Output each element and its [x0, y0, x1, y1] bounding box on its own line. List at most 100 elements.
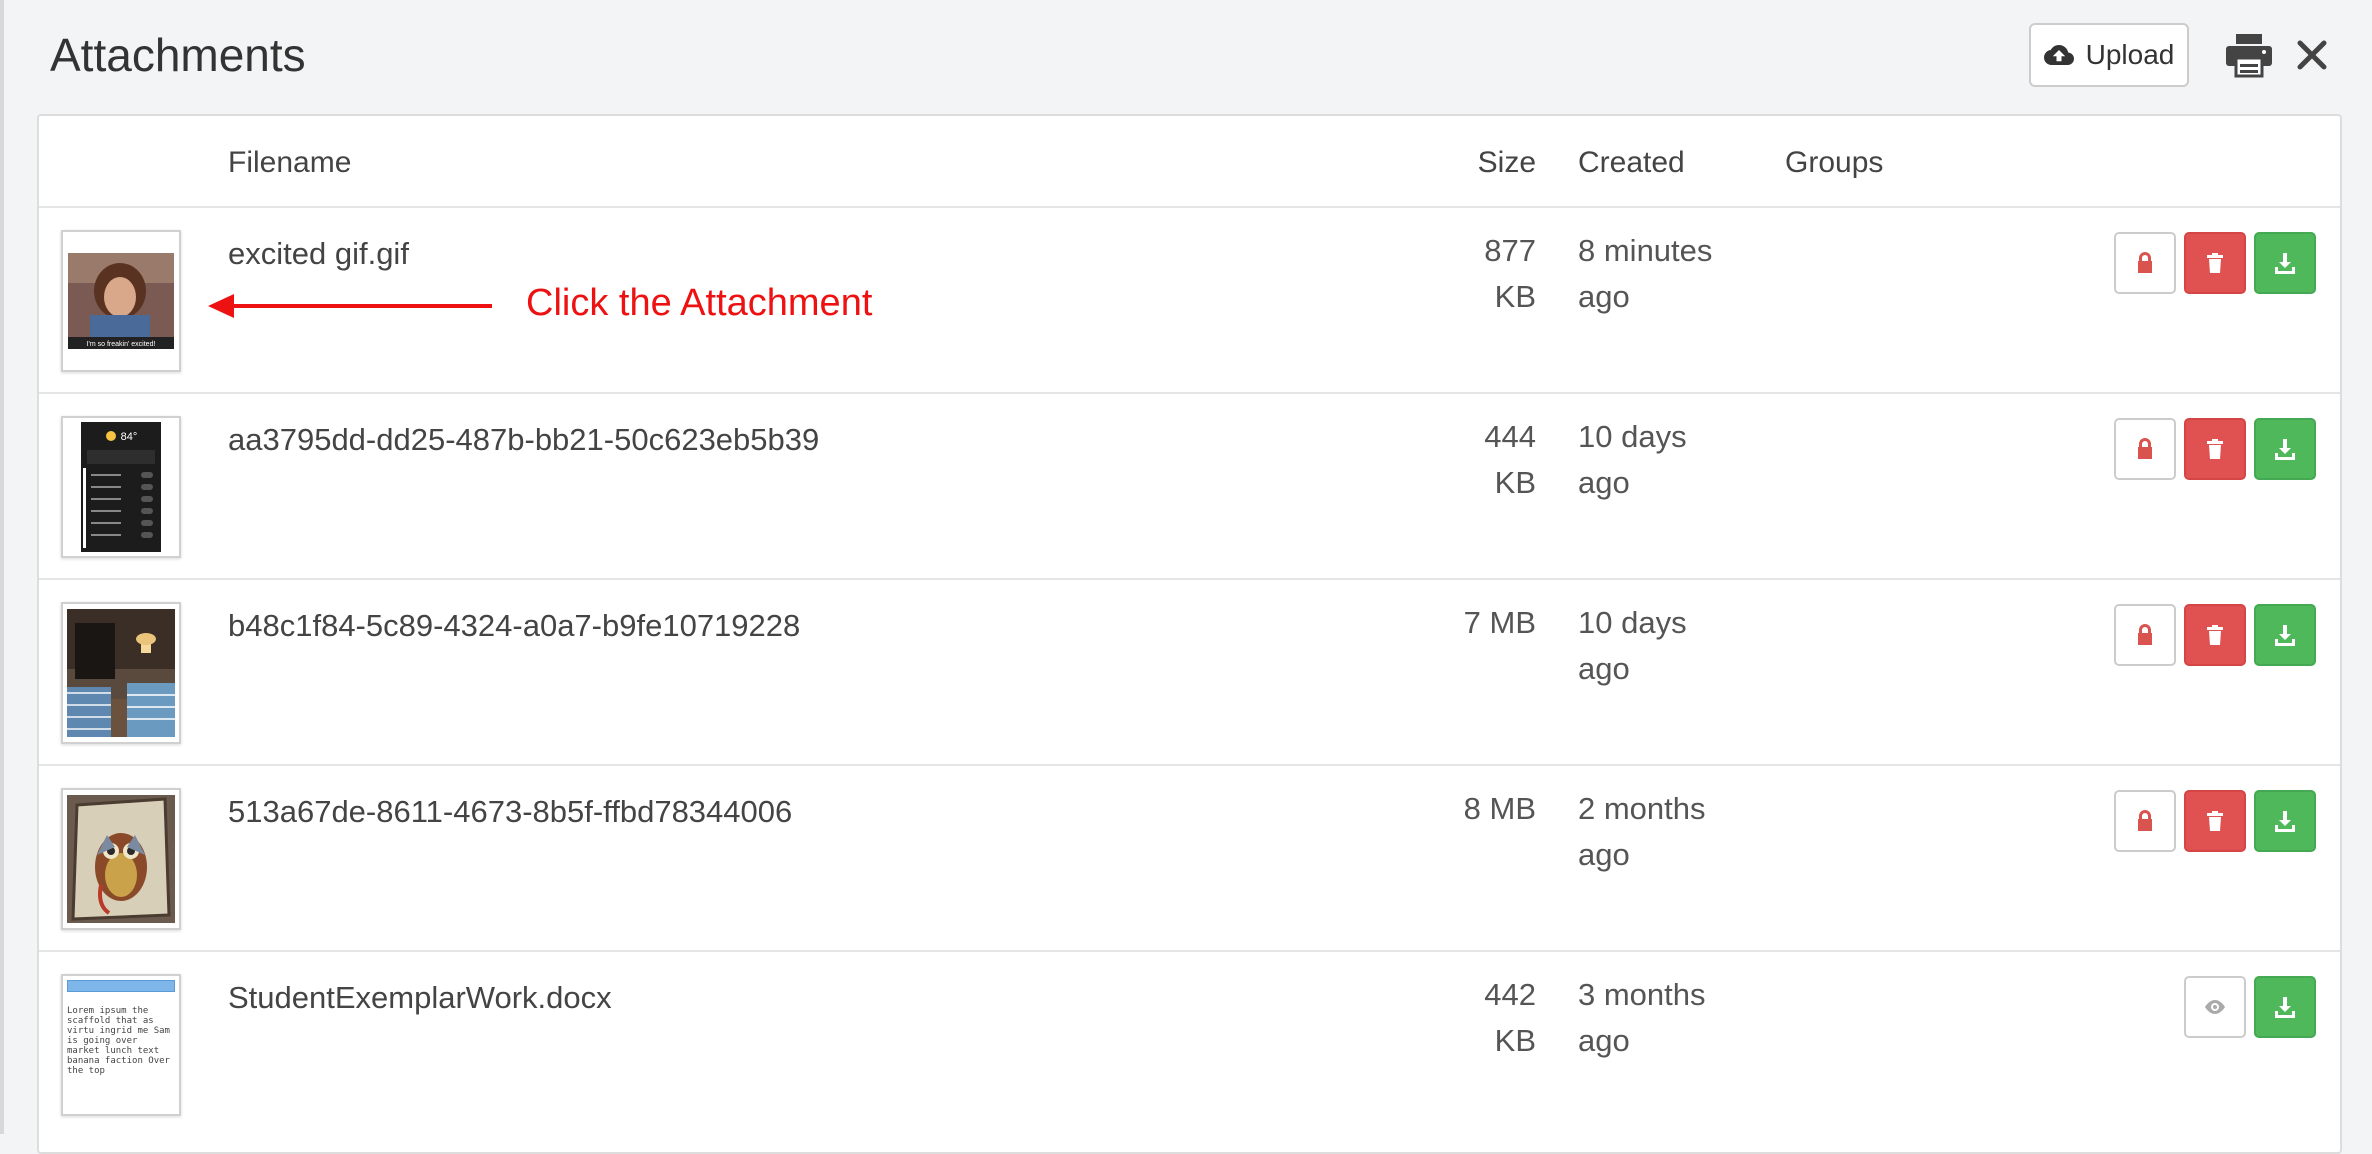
- row-actions: [2114, 604, 2316, 666]
- attachment-size: 8 MB: [1406, 786, 1536, 832]
- attachment-thumbnail[interactable]: [61, 602, 181, 744]
- column-header-size[interactable]: Size: [1478, 146, 1536, 180]
- delete-button[interactable]: [2184, 232, 2246, 294]
- created-suffix: ago: [1578, 274, 1758, 320]
- created-suffix: ago: [1578, 1018, 1758, 1064]
- lock-button[interactable]: [2114, 790, 2176, 852]
- size-unit: KB: [1406, 274, 1536, 320]
- delete-button[interactable]: [2184, 790, 2246, 852]
- download-icon: [2273, 437, 2297, 461]
- gif-caption: I'm so freakin' excited!: [87, 341, 156, 348]
- created-value: 3 months: [1578, 972, 1758, 1018]
- gif-preview-image: I'm so freakin' excited!: [68, 253, 174, 349]
- lock-icon: [2133, 623, 2157, 647]
- attachments-header: Attachments Upload: [0, 0, 2372, 114]
- lock-icon: [2133, 809, 2157, 833]
- download-icon: [2273, 995, 2297, 1019]
- page-title: Attachments: [50, 28, 306, 82]
- lock-icon: [2133, 251, 2157, 275]
- created-suffix: ago: [1578, 646, 1758, 692]
- attachment-size: 442 KB: [1406, 972, 1536, 1064]
- docx-preview-header-bar: [67, 980, 175, 992]
- trash-icon: [2203, 809, 2227, 833]
- lock-button[interactable]: [2114, 418, 2176, 480]
- download-button[interactable]: [2254, 232, 2316, 294]
- lock-button[interactable]: [2114, 232, 2176, 294]
- attachment-created: 10 days ago: [1578, 600, 1758, 692]
- attachments-table: Filename Size Created Groups I'm so frea…: [37, 114, 2342, 1154]
- delete-button[interactable]: [2184, 418, 2246, 480]
- docx-preview: Lorem ipsum the scaffold that as virtu i…: [67, 980, 175, 1076]
- close-icon[interactable]: [2295, 38, 2329, 72]
- attachment-thumbnail[interactable]: 84°: [61, 416, 181, 558]
- tutorial-annotation: Click the Attachment: [208, 278, 908, 338]
- size-value: 877: [1406, 228, 1536, 274]
- lock-icon: [2133, 437, 2157, 461]
- size-value: 442: [1406, 972, 1536, 1018]
- attachment-filename[interactable]: excited gif.gif: [228, 236, 409, 272]
- download-button[interactable]: [2254, 604, 2316, 666]
- owl-painting-image: [67, 795, 175, 923]
- weather-screenshot-image: 84°: [81, 422, 161, 552]
- eye-icon: [2203, 995, 2227, 1019]
- lock-button[interactable]: [2114, 604, 2176, 666]
- attachment-size: 877 KB: [1406, 228, 1536, 320]
- created-suffix: ago: [1578, 832, 1758, 878]
- trash-icon: [2203, 623, 2227, 647]
- left-edge-border: [0, 0, 4, 1134]
- column-header-created[interactable]: Created: [1578, 146, 1685, 180]
- column-header-filename[interactable]: Filename: [228, 146, 351, 180]
- print-icon[interactable]: [2224, 32, 2274, 78]
- attachment-filename[interactable]: 513a67de-8611-4673-8b5f-ffbd78344006: [228, 794, 792, 830]
- upload-label: Upload: [2086, 39, 2175, 71]
- created-value: 10 days: [1578, 414, 1758, 460]
- row-actions: [2114, 790, 2316, 852]
- size-value: 444: [1406, 414, 1536, 460]
- attachment-filename[interactable]: aa3795dd-dd25-487b-bb21-50c623eb5b39: [228, 422, 819, 458]
- size-value: 8 MB: [1406, 786, 1536, 832]
- row-actions: [2114, 232, 2316, 294]
- attachment-created: 8 minutes ago: [1578, 228, 1758, 320]
- trash-icon: [2203, 437, 2227, 461]
- table-row[interactable]: 84° aa3795dd-dd25-487b-bb21-50c623eb5b39…: [39, 394, 2340, 580]
- table-row[interactable]: 513a67de-8611-4673-8b5f-ffbd78344006 8 M…: [39, 766, 2340, 952]
- attachment-created: 3 months ago: [1578, 972, 1758, 1064]
- cloud-upload-icon: [2044, 40, 2074, 70]
- weather-temp: 84°: [121, 431, 138, 443]
- delete-button[interactable]: [2184, 604, 2246, 666]
- size-unit: KB: [1406, 460, 1536, 506]
- upload-button[interactable]: Upload: [2029, 23, 2189, 87]
- created-suffix: ago: [1578, 460, 1758, 506]
- created-value: 10 days: [1578, 600, 1758, 646]
- attachment-created: 10 days ago: [1578, 414, 1758, 506]
- size-value: 7 MB: [1406, 600, 1536, 646]
- download-button[interactable]: [2254, 790, 2316, 852]
- download-button[interactable]: [2254, 976, 2316, 1038]
- download-icon: [2273, 623, 2297, 647]
- attachment-thumbnail[interactable]: [61, 788, 181, 930]
- preview-button[interactable]: [2184, 976, 2246, 1038]
- attachment-size: 444 KB: [1406, 414, 1536, 506]
- room-photo-image: [67, 609, 175, 737]
- row-actions: [2184, 976, 2316, 1038]
- column-header-groups[interactable]: Groups: [1785, 146, 1883, 180]
- attachment-thumbnail[interactable]: Lorem ipsum the scaffold that as virtu i…: [61, 974, 181, 1116]
- trash-icon: [2203, 251, 2227, 275]
- table-row[interactable]: b48c1f84-5c89-4324-a0a7-b9fe10719228 7 M…: [39, 580, 2340, 766]
- size-unit: KB: [1406, 1018, 1536, 1064]
- row-actions: [2114, 418, 2316, 480]
- created-value: 2 months: [1578, 786, 1758, 832]
- download-icon: [2273, 809, 2297, 833]
- attachment-filename[interactable]: StudentExemplarWork.docx: [228, 980, 612, 1016]
- attachment-created: 2 months ago: [1578, 786, 1758, 878]
- table-row[interactable]: Lorem ipsum the scaffold that as virtu i…: [39, 952, 2340, 1138]
- attachment-thumbnail[interactable]: I'm so freakin' excited!: [61, 230, 181, 372]
- created-value: 8 minutes: [1578, 228, 1758, 274]
- arrow-left-icon: [208, 292, 492, 320]
- attachment-size: 7 MB: [1406, 600, 1536, 646]
- download-icon: [2273, 251, 2297, 275]
- attachment-filename[interactable]: b48c1f84-5c89-4324-a0a7-b9fe10719228: [228, 608, 800, 644]
- table-header: Filename Size Created Groups: [39, 116, 2340, 208]
- annotation-text: Click the Attachment: [526, 282, 872, 325]
- download-button[interactable]: [2254, 418, 2316, 480]
